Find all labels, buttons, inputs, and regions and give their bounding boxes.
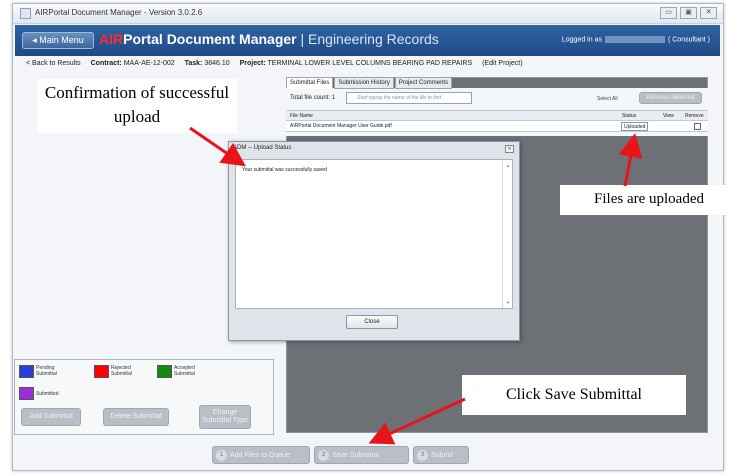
scroll-down-icon[interactable]: ▼ <box>506 300 510 305</box>
dialog-title: ADM -- Upload Status <box>233 145 292 151</box>
save-submittal-button[interactable]: 2 Save Submittal <box>314 446 409 464</box>
app-title-module: Engineering Records <box>308 31 439 47</box>
remove-checkbox[interactable] <box>694 123 701 130</box>
tab-submission-history[interactable]: Submission History <box>334 77 394 89</box>
submit-button[interactable]: 3 Submit <box>413 446 469 464</box>
submitted-swatch <box>19 387 34 400</box>
accepted-label: Accepted Submittal <box>174 365 195 377</box>
submittal-legend: Pending Submittal Rejected Submittal Acc… <box>14 359 274 435</box>
dialog-close-icon[interactable]: ✕ <box>505 145 514 153</box>
column-header-file-name: File Name <box>290 113 313 119</box>
dialog-scrollbar[interactable]: ▲ ▼ <box>502 160 512 308</box>
submitted-label: Submitted <box>36 391 59 397</box>
window-controls: ▭ ▣ ✕ <box>660 7 717 19</box>
app-title-air: AIR <box>99 31 124 47</box>
column-header-remove: Remove <box>685 113 704 119</box>
edit-project-link[interactable]: (Edit Project) <box>482 60 522 67</box>
maximize-button[interactable]: ▣ <box>680 7 697 19</box>
change-submittal-type-button[interactable]: Change Submittal Type <box>199 405 251 429</box>
add-files-button[interactable]: 1 Add Files to Queue <box>212 446 310 464</box>
app-icon <box>20 8 31 19</box>
file-search-input[interactable]: Start typing the name of the file to fin… <box>346 92 472 104</box>
tab-submittal-files[interactable]: Submittal Files <box>286 77 334 89</box>
login-status: Logged in as ( Consultant ) <box>562 36 710 43</box>
callout-files-uploaded: Files are uploaded <box>560 185 738 215</box>
callout-save-submittal: Click Save Submittal <box>462 375 686 415</box>
contract-label: Contract: <box>90 60 122 67</box>
contract-value: MAA-AE-12-002 <box>123 60 175 67</box>
pending-label: Pending Submittal <box>36 365 57 377</box>
table-header-row: File Name Status View Remove <box>286 110 708 121</box>
step-number: 2 <box>318 449 329 461</box>
project-value: TERMINAL LOWER LEVEL COLUMNS BEARING PAD… <box>267 60 473 67</box>
close-window-button[interactable]: ✕ <box>700 7 717 19</box>
rejected-swatch <box>94 365 109 378</box>
scroll-up-icon[interactable]: ▲ <box>506 163 510 168</box>
add-submittal-button[interactable]: Add Submittal <box>21 408 81 426</box>
user-role: ( Consultant ) <box>667 36 710 44</box>
logged-in-label: Logged in as <box>561 36 602 44</box>
callout-confirmation: Confirmation of successful upload <box>37 79 237 133</box>
app-title: AIRPortal Document Manager | Engineering… <box>99 31 439 47</box>
total-file-count: Total file count: 1 <box>290 95 336 101</box>
dialog-message-box: Your submittal was successfully saved ▲ … <box>235 159 513 309</box>
breadcrumb: < Back to Results Contract: MAA-AE-12-00… <box>26 60 531 67</box>
task-value: 3846.10 <box>204 60 230 67</box>
select-all-link[interactable]: Select All <box>597 96 618 102</box>
delete-submittal-button[interactable]: Delete Submittal <box>103 408 169 426</box>
back-to-results-link[interactable]: < Back to Results <box>26 60 81 67</box>
submit-label: Submit <box>431 451 453 459</box>
accepted-swatch <box>157 365 172 378</box>
minimize-button[interactable]: ▭ <box>660 7 677 19</box>
dialog-message: Your submittal was successfully saved <box>242 167 327 173</box>
column-header-view: View <box>663 113 674 119</box>
upload-status-dialog: ADM -- Upload Status ✕ Your submittal wa… <box>228 141 520 341</box>
pending-swatch <box>19 365 34 378</box>
rejected-label: Rejected Submittal <box>111 365 132 377</box>
redacted-username <box>604 36 665 43</box>
step-number: 3 <box>417 449 428 461</box>
step-number: 1 <box>216 449 227 461</box>
file-status-cell: Uploaded <box>621 122 649 131</box>
table-row[interactable]: AIRPortal Document Manager User Guide.pd… <box>286 121 708 132</box>
app-header: ◂ Main Menu AIRPortal Document Manager |… <box>15 25 720 56</box>
add-files-label: Add Files to Queue <box>230 451 290 459</box>
project-label: Project: <box>239 60 266 67</box>
remove-selected-button[interactable]: Remove Selected <box>639 92 702 104</box>
app-title-separator: | <box>296 31 309 47</box>
column-header-status: Status <box>622 113 637 119</box>
tab-project-comments[interactable]: Project Comments <box>394 77 453 89</box>
title-bar: AIRPortal Document Manager - Version 3.0… <box>13 4 723 24</box>
action-bar: 1 Add Files to Queue 2 Save Submittal 3 … <box>212 446 469 464</box>
dialog-close-button[interactable]: Close <box>346 315 398 329</box>
main-menu-button[interactable]: ◂ Main Menu <box>22 32 94 49</box>
file-name-cell: AIRPortal Document Manager User Guide.pd… <box>290 123 392 129</box>
submittal-tabs: Submittal Files Submission History Proje… <box>286 77 453 89</box>
task-label: Task: <box>184 60 203 67</box>
window-title: AIRPortal Document Manager - Version 3.0… <box>35 8 203 17</box>
app-title-main: Portal Document Manager <box>123 31 297 47</box>
save-submittal-label: Save Submittal <box>332 451 380 459</box>
